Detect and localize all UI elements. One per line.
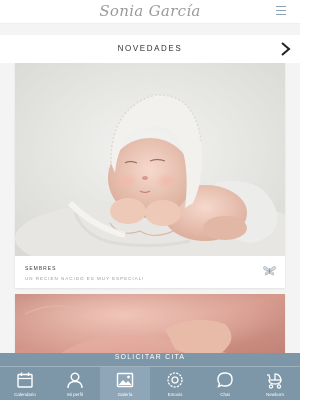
- tab-label: Galería: [117, 392, 133, 397]
- stroller-icon: [267, 373, 282, 389]
- bottom-tab-bar: Calendario Mi perfil Galería Emoxis Chat: [0, 366, 300, 400]
- news-section-header[interactable]: NOVEDADES: [0, 35, 300, 63]
- tab-label: Emoxis: [167, 392, 183, 397]
- chat-icon: [217, 372, 233, 388]
- request-appointment-label: SOLICITAR CITA: [114, 354, 186, 361]
- gallery-icon: [116, 372, 134, 388]
- butterfly-icon: [263, 266, 276, 276]
- news-card[interactable]: [15, 294, 285, 353]
- news-card[interactable]: SEMBRES UN RECIEN NACIDO ES MUY ESPECIAL…: [15, 63, 285, 288]
- tab-label: Newborn: [265, 392, 284, 397]
- tab-label: Calendario: [14, 392, 36, 397]
- tab-settings[interactable]: Emoxis: [150, 367, 200, 400]
- calendar-icon: [17, 372, 33, 388]
- tab-label: Chat: [220, 392, 230, 397]
- settings-icon: [167, 372, 183, 388]
- chevron-right-icon[interactable]: [279, 42, 291, 56]
- header-spacer: [0, 24, 300, 35]
- tab-profile[interactable]: Mi perfil: [50, 367, 100, 400]
- tab-label: Mi perfil: [67, 392, 83, 397]
- card-date: SEMBRES: [25, 266, 57, 272]
- news-feed[interactable]: SEMBRES UN RECIEN NACIDO ES MUY ESPECIAL…: [0, 63, 300, 353]
- card-subtitle: UN RECIEN NACIDO ES MUY ESPECIAL!: [25, 276, 145, 281]
- newborn-photo[interactable]: [15, 63, 285, 256]
- tab-newborn[interactable]: Newborn: [250, 367, 300, 400]
- hamburger-menu-icon[interactable]: [276, 6, 286, 15]
- tab-chat[interactable]: Chat: [200, 367, 250, 400]
- app-header: Sonia García: [0, 0, 300, 24]
- request-appointment-button[interactable]: SOLICITAR CITA: [0, 353, 300, 366]
- brand-logo[interactable]: Sonia García: [0, 2, 300, 20]
- user-icon: [67, 372, 83, 389]
- newborn-photo[interactable]: [15, 294, 285, 353]
- section-title: NOVEDADES: [117, 44, 183, 53]
- card-meta: SEMBRES UN RECIEN NACIDO ES MUY ESPECIAL…: [25, 266, 144, 281]
- tab-calendar[interactable]: Calendario: [0, 367, 50, 400]
- tab-gallery[interactable]: Galería: [100, 367, 150, 400]
